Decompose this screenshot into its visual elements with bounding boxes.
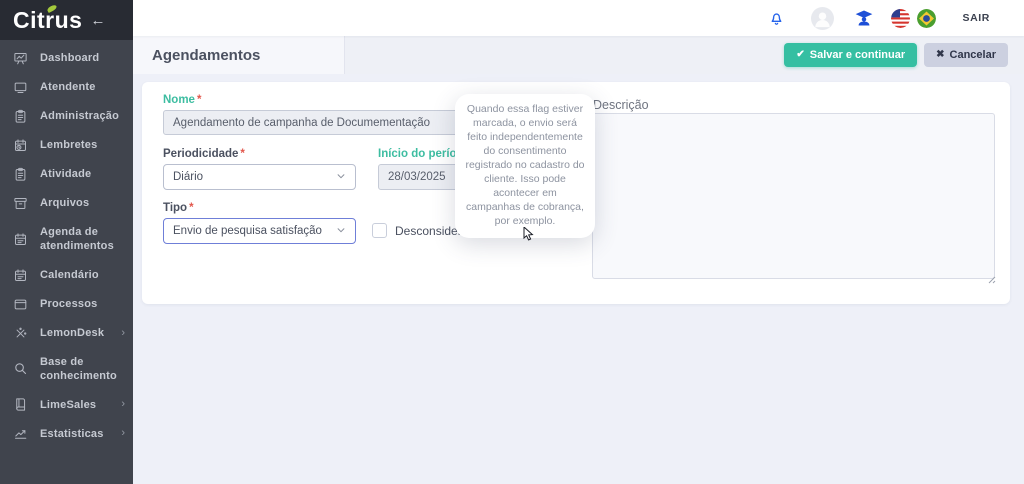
- content-area: Nome* Periodicidade* Diário Início do pe…: [133, 74, 1024, 484]
- flag-br-icon[interactable]: [917, 9, 936, 28]
- sidebar-item-label: Arquivos: [40, 196, 116, 210]
- sidebar-item-calend-rio[interactable]: Calendário: [0, 261, 133, 290]
- sidebar-menu: Dashboard Atendente Administração Lembretes…: [0, 40, 133, 448]
- sidebar-item-label: LimeSales: [40, 398, 116, 412]
- calendar-icon: [13, 268, 28, 283]
- archive-icon: [13, 196, 28, 211]
- reminder-icon: [13, 138, 28, 153]
- sidebar-item-arquivos[interactable]: Arquivos: [0, 189, 133, 218]
- search-icon: [13, 361, 28, 376]
- sidebar-item-lembretes[interactable]: Lembretes: [0, 131, 133, 160]
- tipo-label: Tipo*: [163, 202, 194, 214]
- page-title-tab: Agendamentos: [133, 36, 345, 74]
- notifications-bell-icon[interactable]: [768, 10, 785, 27]
- periodicidade-select[interactable]: Diário: [163, 164, 356, 190]
- tipo-select[interactable]: Envio de pesquisa satisfação: [163, 218, 356, 244]
- topbar: SAIR: [133, 0, 1024, 36]
- cancel-button[interactable]: ✖ Cancelar: [924, 43, 1008, 67]
- user-avatar[interactable]: [811, 7, 834, 30]
- lemon-icon: [13, 326, 28, 341]
- logo-bar: Citrus ←: [0, 0, 133, 40]
- desconsiderar-consentimento-checkbox[interactable]: [372, 223, 387, 238]
- x-icon: ✖: [936, 50, 944, 60]
- sidebar-item-label: Atividade: [40, 167, 116, 181]
- nome-label: Nome*: [163, 94, 201, 106]
- sidebar-item-administra-o[interactable]: Administração: [0, 102, 133, 131]
- tutor-graduation-icon[interactable]: [854, 8, 874, 28]
- cancel-label: Cancelar: [950, 49, 996, 61]
- sidebar-collapse-arrow-icon[interactable]: ←: [90, 12, 105, 29]
- required-mark: *: [240, 148, 244, 160]
- save-continue-button[interactable]: ✔ Salvar e continuar: [784, 43, 917, 67]
- sidebar-item-processos[interactable]: Processos: [0, 290, 133, 319]
- chevron-down-icon: [336, 225, 346, 238]
- sidebar-item-atendente[interactable]: Atendente: [0, 73, 133, 102]
- mouse-cursor-icon: [523, 227, 535, 246]
- sidebar-item-dashboard[interactable]: Dashboard: [0, 44, 133, 73]
- sidebar: Citrus ← Dashboard Atendente Administração…: [0, 0, 133, 484]
- calendar-icon: [13, 232, 28, 247]
- sidebar-item-label: LemonDesk: [40, 326, 116, 340]
- sidebar-item-label: Agenda de atendimentos: [40, 225, 116, 254]
- page-title: Agendamentos: [152, 47, 260, 64]
- stats-icon: [13, 426, 28, 441]
- sidebar-item-label: Dashboard: [40, 51, 116, 65]
- sidebar-item-limesales[interactable]: LimeSales ›: [0, 390, 133, 419]
- sidebar-item-label: Atendente: [40, 80, 116, 94]
- monitor-icon: [13, 80, 28, 95]
- sidebar-item-lemondesk[interactable]: LemonDesk ›: [0, 319, 133, 348]
- save-continue-label: Salvar e continuar: [810, 49, 905, 61]
- sidebar-item-label: Base de conhecimento: [40, 355, 116, 384]
- sidebar-item-label: Lembretes: [40, 138, 116, 152]
- main-area: SAIR Agendamentos ✔ Salvar e continuar ✖…: [133, 0, 1024, 484]
- clipboard-icon: [13, 167, 28, 182]
- chevron-right-icon: ›: [121, 328, 125, 339]
- check-icon: ✔: [796, 50, 804, 60]
- sidebar-item-label: Processos: [40, 297, 116, 311]
- periodicidade-value: Diário: [173, 171, 203, 183]
- clipboard-icon: [13, 109, 28, 124]
- periodicidade-label: Periodicidade*: [163, 148, 245, 160]
- required-mark: *: [197, 94, 201, 106]
- sidebar-item-label: Administração: [40, 109, 116, 123]
- chevron-down-icon: [336, 171, 346, 184]
- inicio-periodo-date-input[interactable]: [378, 164, 464, 190]
- sidebar-item-agenda-de-atendimentos[interactable]: Agenda de atendimentos: [0, 218, 133, 261]
- toolbar: Agendamentos ✔ Salvar e continuar ✖ Canc…: [133, 36, 1024, 74]
- sidebar-item-base-de-conhecimento[interactable]: Base de conhecimento: [0, 348, 133, 391]
- logout-button[interactable]: SAIR: [963, 12, 991, 24]
- sidebar-item-estatisticas[interactable]: Estatisticas ›: [0, 419, 133, 448]
- dashboard-icon: [13, 51, 28, 66]
- sidebar-item-label: Calendário: [40, 268, 116, 282]
- descricao-label: Descrição: [593, 98, 649, 112]
- sidebar-item-atividade[interactable]: Atividade: [0, 160, 133, 189]
- required-mark: *: [189, 202, 193, 214]
- window-icon: [13, 297, 28, 312]
- descricao-textarea[interactable]: [592, 113, 995, 279]
- sidebar-item-label: Estatisticas: [40, 427, 116, 441]
- help-tooltip: Quando essa flag estiver marcada, o envi…: [455, 94, 595, 238]
- toolbar-buttons: ✔ Salvar e continuar ✖ Cancelar: [784, 43, 1008, 67]
- chevron-right-icon: ›: [121, 399, 125, 410]
- tipo-value: Envio de pesquisa satisfação: [173, 225, 322, 237]
- help-tooltip-text: Quando essa flag estiver marcada, o envi…: [465, 103, 584, 227]
- flag-us-icon[interactable]: [891, 9, 910, 28]
- textarea-resize-grip[interactable]: [987, 271, 996, 280]
- chevron-right-icon: ›: [121, 428, 125, 439]
- book-icon: [13, 397, 28, 412]
